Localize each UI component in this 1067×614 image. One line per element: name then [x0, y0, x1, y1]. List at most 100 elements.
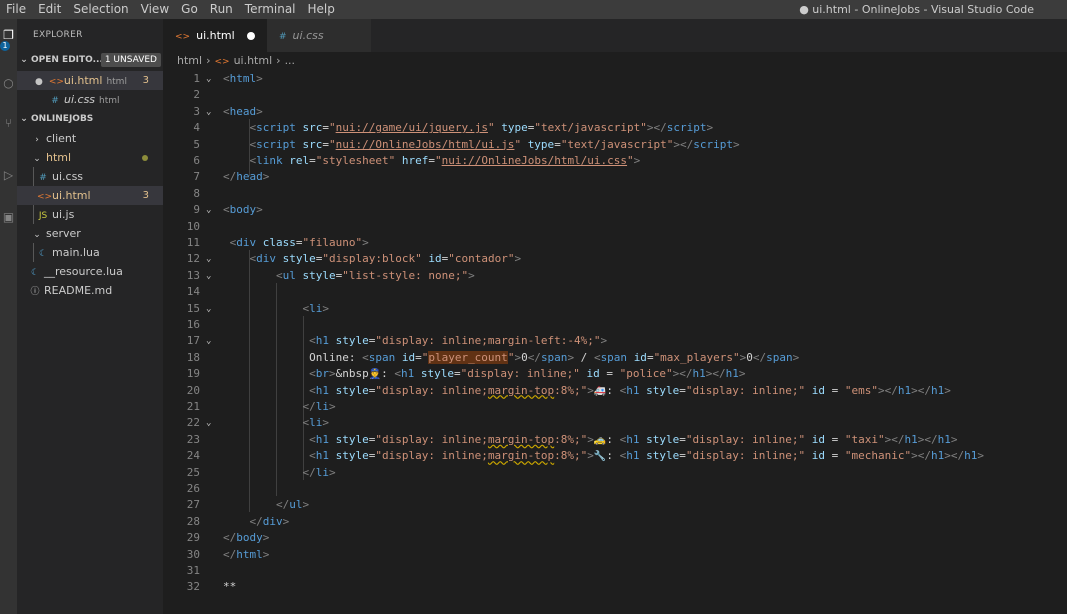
taxi-emoji-icon: 🚕	[593, 434, 607, 446]
open-editor-folder: html	[106, 77, 127, 87]
open-editor-folder: html	[99, 96, 120, 106]
code-line: 31	[163, 563, 1067, 579]
code-line: 9 ⌄ <body>	[163, 202, 1067, 218]
fold-chevron-icon[interactable]: ⌄	[206, 333, 211, 349]
explorer-sidebar: EXPLORER ⌄ OPEN EDITO... 1 UNSAVED ● <>ui.…	[17, 19, 163, 614]
code-line: 24 <h1 style="display: inline;margin-top…	[163, 448, 1067, 464]
line-number: 15	[186, 301, 200, 315]
open-editor-ui-css[interactable]: # ui.css html	[17, 90, 163, 109]
tree-folder-client[interactable]: › client	[17, 129, 163, 148]
run-debug-icon[interactable]: ▷	[0, 167, 17, 183]
menu-help[interactable]: Help	[302, 0, 341, 19]
open-editor-name: ui.html	[63, 74, 103, 87]
line-number: 3	[193, 104, 200, 118]
menu-terminal[interactable]: Terminal	[239, 0, 302, 19]
tab-label: ui.css	[292, 29, 324, 42]
code-line: 5 <script src="nui://OnlineJobs/html/ui.…	[163, 137, 1067, 153]
fold-chevron-icon[interactable]: ⌄	[206, 415, 211, 431]
tab-ui-html[interactable]: <> ui.html	[163, 19, 267, 52]
code-line: 22 ⌄ <li>	[163, 415, 1067, 431]
breadcrumb-symbol[interactable]: ...	[285, 54, 296, 67]
menu-go[interactable]: Go	[175, 0, 204, 19]
code-text: /	[574, 350, 594, 364]
tree-file-main-lua[interactable]: ☾ main.lua	[17, 243, 163, 262]
code-line: 1 ⌄ <html>	[163, 71, 1067, 87]
title-bar: File Edit Selection View Go Run Terminal…	[0, 0, 1067, 19]
code-line: 2	[163, 87, 1067, 103]
chevron-right-icon: ›	[276, 54, 281, 67]
tab-ui-css[interactable]: # ui.css	[267, 19, 371, 52]
code-line: 4 <script src="nui://game/ui/jquery.js" …	[163, 120, 1067, 136]
code-line: 11 <div class="filauno">	[163, 235, 1067, 251]
html-file-icon: <>	[214, 57, 230, 67]
code-line: 18 Online: <span id="player_count">0</sp…	[163, 350, 1067, 366]
tree-item-label: ui.html	[52, 189, 91, 202]
code-line: 3 ⌄ <head>	[163, 104, 1067, 120]
code-line: 28 </div>	[163, 514, 1067, 530]
project-header[interactable]: ⌄ ONLINEJOBS	[17, 110, 163, 128]
code-line: 8	[163, 186, 1067, 202]
code-line: 6 <link rel="stylesheet" href="nui://Onl…	[163, 153, 1067, 169]
fold-chevron-icon[interactable]: ⌄	[206, 301, 211, 317]
code-line: 7 </head>	[163, 169, 1067, 185]
tree-item-label: server	[46, 227, 81, 240]
breadcrumb: html › <> ui.html ›...	[163, 52, 1067, 70]
tree-folder-html[interactable]: ⌄ html	[17, 148, 163, 167]
line-number: 10	[186, 219, 200, 233]
tree-item-label: ui.js	[52, 208, 75, 221]
code-line: 32 **	[163, 579, 1067, 595]
tree-item-label: main.lua	[52, 246, 100, 259]
tree-file-ui-js[interactable]: JS ui.js	[17, 205, 163, 224]
tree-file-readme[interactable]: ⓘ README.md	[17, 281, 163, 300]
code-text: **	[223, 580, 237, 594]
info-icon: ⓘ	[30, 287, 40, 297]
code-line: 23 <h1 style="display: inline;margin-top…	[163, 432, 1067, 448]
unsaved-dot-icon[interactable]: ●	[35, 77, 43, 87]
code-line: 13 ⌄ <ul style="list-style: none;">	[163, 268, 1067, 284]
code-editor[interactable]: 1 ⌄ <html> 2 3 ⌄ <head> 4 <script src="nui:/…	[163, 70, 1067, 614]
open-editors-header[interactable]: ⌄ OPEN EDITO... 1 UNSAVED	[17, 51, 163, 69]
line-number: 29	[186, 531, 200, 545]
tree-item-label: html	[46, 151, 72, 164]
breadcrumb-file[interactable]: ui.html	[234, 54, 273, 67]
fold-chevron-icon[interactable]: ⌄	[206, 268, 211, 284]
fold-chevron-icon[interactable]: ⌄	[206, 104, 211, 120]
menu-edit[interactable]: Edit	[32, 0, 67, 19]
extensions-icon[interactable]: ▣	[0, 209, 17, 225]
line-number: 5	[193, 137, 200, 151]
wrench-emoji-icon: 🔧	[593, 451, 607, 463]
fold-chevron-icon[interactable]: ⌄	[206, 251, 211, 267]
code-text: Online:	[309, 350, 363, 364]
code-text: 0	[521, 350, 528, 364]
code-line: 19 <br>&nbsp👮: <h1 style="display: inlin…	[163, 366, 1067, 382]
breadcrumb-folder[interactable]: html	[177, 54, 202, 67]
tree-item-label: README.md	[44, 284, 113, 297]
menu-view[interactable]: View	[135, 0, 175, 19]
tree-folder-server[interactable]: ⌄ server	[17, 224, 163, 243]
fold-chevron-icon[interactable]: ⌄	[206, 202, 211, 218]
tree-file-ui-css[interactable]: # ui.css	[17, 167, 163, 186]
code-line: 26	[163, 481, 1067, 497]
fold-chevron-icon[interactable]: ⌄	[206, 71, 211, 87]
code-line: 17 ⌄ <h1 style="display: inline;margin-le…	[163, 333, 1067, 349]
open-editor-ui-html[interactable]: ● <>ui.html html 3	[17, 71, 163, 90]
activity-badge: 1	[0, 41, 10, 51]
line-number: 27	[186, 498, 200, 512]
line-number: 18	[186, 350, 200, 364]
explorer-title: EXPLORER	[33, 30, 83, 40]
code-text: 0	[746, 350, 753, 364]
unsaved-dot-icon[interactable]	[247, 32, 255, 40]
code-line: 20 <h1 style="display: inline;margin-top…	[163, 383, 1067, 399]
css-file-icon: #	[51, 96, 59, 106]
line-number: 19	[186, 367, 200, 381]
line-number: 12	[186, 252, 200, 266]
menu-selection[interactable]: Selection	[67, 0, 134, 19]
line-number: 9	[193, 203, 200, 217]
problem-count: 3	[142, 190, 149, 201]
source-control-icon[interactable]: ⑂	[0, 115, 17, 131]
menu-file[interactable]: File	[0, 0, 32, 19]
search-icon[interactable]: ○	[0, 75, 17, 91]
menu-run[interactable]: Run	[204, 0, 239, 19]
tree-file-resource-lua[interactable]: ☾ __resource.lua	[17, 262, 163, 281]
tree-file-ui-html[interactable]: <>ui.html 3	[17, 186, 163, 205]
